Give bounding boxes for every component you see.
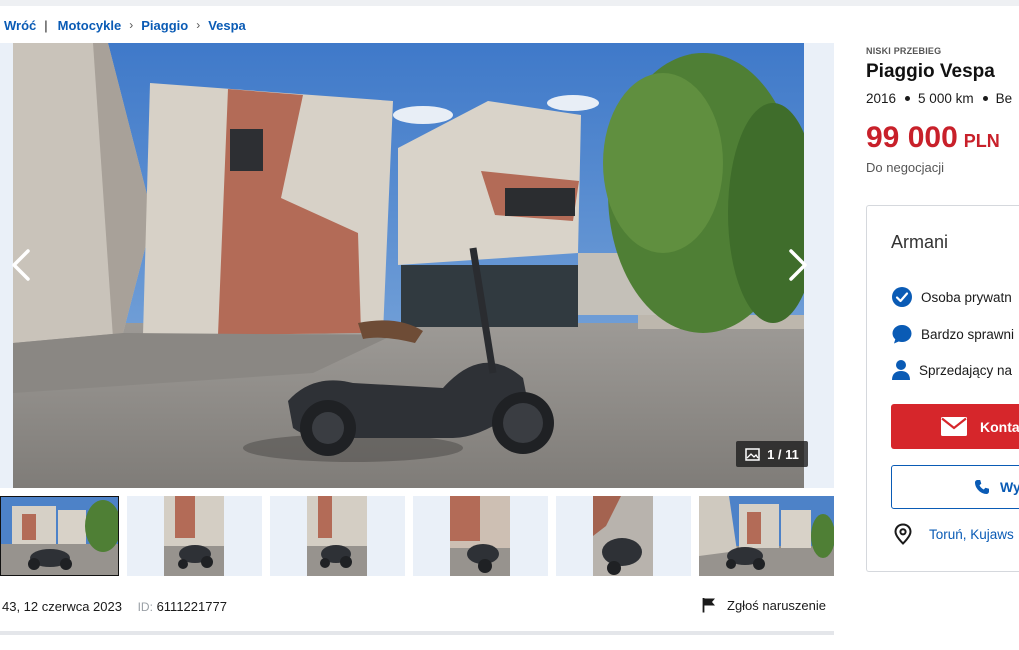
chat-bubble-icon: [892, 325, 912, 344]
location-pin-icon: [894, 523, 912, 545]
seller-feature-label: Osoba prywatn: [921, 289, 1012, 305]
contact-button-label: Konta: [980, 418, 1019, 435]
thumbnail-5[interactable]: [556, 496, 691, 576]
seller-location[interactable]: Toruń, Kujaws: [893, 523, 1014, 545]
thumbnail-strip: [0, 496, 834, 576]
seller-name[interactable]: Armani: [891, 232, 948, 253]
image-icon: [745, 447, 760, 461]
envelope-icon: [941, 417, 967, 436]
seller-feature-private: Osoba prywatn: [891, 286, 1012, 308]
breadcrumb: Wróć | Motocykle › Piaggio › Vespa: [4, 17, 246, 33]
breadcrumb-separator: |: [44, 17, 48, 33]
price-value: 99 000: [866, 121, 958, 154]
top-divider: [0, 0, 1019, 6]
thumbnail-2[interactable]: [127, 496, 262, 576]
bullet: [905, 95, 911, 101]
spec-mileage: 5 000 km: [918, 91, 974, 106]
seller-card: Armani Osoba prywatn Bardzo sprawni Sprz…: [866, 205, 1019, 572]
main-photo[interactable]: [13, 43, 804, 488]
bullet: [982, 95, 988, 101]
photo-counter-text: 1 / 11: [767, 446, 799, 462]
gallery-next-button[interactable]: [781, 246, 813, 284]
report-label: Zgłoś naruszenie: [727, 597, 826, 613]
listing-title: Piaggio Vespa: [866, 61, 995, 82]
seller-location-label: Toruń, Kujaws: [929, 526, 1014, 542]
flag-icon: [702, 598, 715, 613]
negotiable-label: Do negocjacji: [866, 160, 945, 175]
listing-date: 43, 12 czerwca 2023: [2, 599, 122, 614]
seller-feature-label: Sprzedający na: [919, 362, 1013, 378]
listing-specs: 2016 5 000 km Be: [866, 91, 1012, 106]
contact-button[interactable]: Konta: [891, 404, 1019, 449]
thumbnail-3[interactable]: [270, 496, 405, 576]
call-button-label: Wy: [1000, 479, 1019, 495]
report-button[interactable]: Zgłoś naruszenie: [701, 597, 826, 613]
listing-id: 6111221777: [156, 599, 227, 614]
person-icon: [892, 360, 910, 380]
listing-meta: 43, 12 czerwca 2023 ID: 6111221777: [2, 599, 227, 614]
verified-check-icon: [892, 287, 912, 307]
spec-year: 2016: [866, 91, 897, 106]
seller-feature-since: Sprzedający na: [891, 359, 1012, 381]
chevron-right-icon: ›: [129, 18, 134, 32]
thumbnail-4[interactable]: [413, 496, 548, 576]
seller-feature-label: Bardzo sprawni: [921, 326, 1015, 342]
section-divider: [0, 631, 834, 635]
phone-icon: [975, 480, 989, 494]
chevron-right-icon: ›: [196, 18, 201, 32]
spec-fuel: Be: [995, 91, 1013, 106]
thumbnail-1[interactable]: [0, 496, 119, 576]
breadcrumb-vespa[interactable]: Vespa: [208, 18, 246, 33]
back-link[interactable]: Wróć: [4, 18, 36, 33]
seller-feature-responsive: Bardzo sprawni: [891, 323, 1014, 345]
photo-counter: 1 / 11: [736, 441, 808, 467]
breadcrumb-piaggio[interactable]: Piaggio: [141, 18, 188, 33]
gallery-prev-button[interactable]: [6, 246, 38, 284]
breadcrumb-motocykle[interactable]: Motocykle: [58, 18, 122, 33]
chevron-right-icon: [789, 249, 807, 281]
listing-id-label: ID:: [137, 600, 153, 614]
thumbnail-6[interactable]: [699, 496, 834, 576]
chevron-left-icon: [12, 249, 30, 281]
photo-gallery: 1 / 11: [0, 43, 834, 488]
listing-price: 99 000 PLN: [866, 121, 1000, 155]
listing-badge: NISKI PRZEBIEG: [866, 46, 942, 56]
price-currency: PLN: [963, 131, 1000, 151]
call-button[interactable]: Wy: [891, 465, 1019, 509]
